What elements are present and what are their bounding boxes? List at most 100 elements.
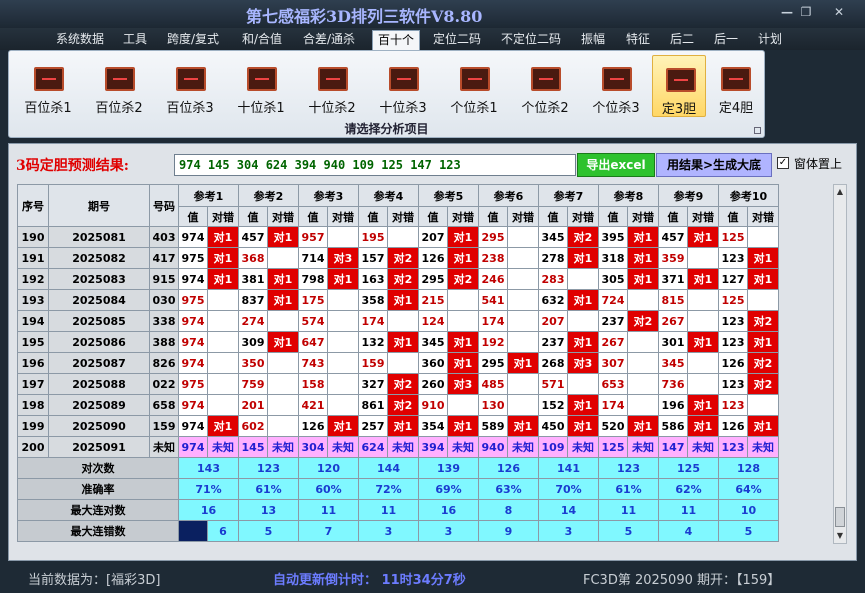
ribbon-expand-icon[interactable] [754,127,761,134]
ref-value: 589 [478,415,508,437]
ribbon-button-fixed-3-gall[interactable]: 定3胆 [652,55,706,117]
table-row[interactable]: 196 2025087 826 974 350 743 159 360 对1 295 对1 268 对3… [17,352,779,374]
ribbon-button-hundreds-kill-2[interactable]: 百位杀2 [88,55,150,117]
menu-fixed-two[interactable]: 定位二码 [431,30,483,50]
ref-hit [507,289,539,311]
stats-value: 16 [178,499,239,521]
menu-span[interactable]: 跨度/复式 [165,30,221,50]
ref-value: 327 [358,373,388,395]
ribbon-button-hundreds-kill-3[interactable]: 百位杀3 [159,55,221,117]
ref-value: 260 [418,373,448,395]
row-period: 2025081 [48,226,150,248]
stats-value: 63% [478,478,539,500]
stats-value: 10 [718,499,779,521]
ref-hit: 对1 [567,247,599,269]
ribbon-button-hundreds-kill-1[interactable]: 百位杀1 [17,55,79,117]
scroll-up-icon[interactable]: ▲ [834,185,846,199]
ref-hit: 对1 [747,415,779,437]
ribbon-button-tens-kill-3[interactable]: 十位杀3 [372,55,434,117]
ref-value: 159 [358,352,388,374]
ref-value: 274 [238,310,268,332]
minimize-button[interactable]: — [778,4,796,20]
header-value: 值 [178,206,208,227]
ribbon-button-units-kill-2[interactable]: 个位杀2 [514,55,576,117]
header-ref: 参考8 [598,184,659,207]
ref-value: 283 [538,268,568,290]
window-on-top-checkbox[interactable]: ✓ [777,157,789,169]
restore-button[interactable]: ❐ [797,4,815,20]
ref-hit: 对1 [507,352,539,374]
ref-value: 268 [538,352,568,374]
row-seq: 192 [17,268,49,290]
ref-value: 861 [358,394,388,416]
ref-hit [567,310,599,332]
generate-base-button[interactable]: 用结果>生成大底 [656,153,772,177]
chart-icon [34,67,64,91]
row-period: 2025088 [48,373,150,395]
prediction-row[interactable]: 200 2025091 未知 974 未知 145 未知 304 未知 624 未知 394 未知 940… [17,436,779,458]
ribbon-button-units-kill-1[interactable]: 个位杀1 [443,55,505,117]
header-value: 值 [598,206,628,227]
table-row[interactable]: 193 2025084 030 975 837 对1 175 358 对1 215 541 632 对1… [17,289,779,311]
table-row[interactable]: 190 2025081 403 974 对1 457 对1 957 195 207 对1 295 345… [17,226,779,248]
ref-value: 647 [298,331,328,353]
menu-system-data[interactable]: 系统数据 [54,30,106,50]
prediction-result-field[interactable]: 974 145 304 624 394 940 109 125 147 123 [174,154,576,176]
stats-value: 141 [538,457,599,479]
menu-tools[interactable]: 工具 [121,30,149,50]
ref-value: 215 [418,289,448,311]
table-row[interactable]: 199 2025090 159 974 对1 602 126 对1 257 对1 354 对1 589 对… [17,415,779,437]
menu-diff[interactable]: 合差/通杀 [301,30,357,50]
menu-hundreds-tens-units[interactable]: 百十个 [372,30,420,50]
ribbon-button-units-kill-3[interactable]: 个位杀3 [585,55,647,117]
export-excel-button[interactable]: 导出excel [577,153,655,177]
ref-value: 152 [538,394,568,416]
menu-unfixed-two[interactable]: 不定位二码 [499,30,563,50]
close-button[interactable]: ✕ [830,4,848,20]
menu-plan[interactable]: 计划 [756,30,784,50]
ref-hit [207,373,239,395]
stats-value: 64% [718,478,779,500]
ref-value: 192 [478,331,508,353]
menu-feature[interactable]: 特征 [624,30,652,50]
table-row[interactable]: 192 2025083 915 974 对1 381 对1 798 对1 163 对2 295 对2 24… [17,268,779,290]
row-number: 159 [149,415,179,437]
table-row[interactable]: 195 2025086 388 974 309 对1 647 132 对1 345 对1 192 237… [17,331,779,353]
ref-value: 520 [598,415,628,437]
ref-hit: 对1 [567,331,599,353]
menu-last-two[interactable]: 后二 [668,30,696,50]
ref-value: 201 [238,394,268,416]
ref-hit: 对1 [687,226,719,248]
scroll-down-icon[interactable]: ▼ [834,529,846,543]
ref-value: 318 [598,247,628,269]
stats-value: 3 [538,520,599,542]
row-seq: 196 [17,352,49,374]
ref-hit [267,310,299,332]
table-row[interactable]: 198 2025089 658 974 201 421 861 对2 910 130 152 对1 17… [17,394,779,416]
ref-hit: 对2 [387,373,419,395]
ribbon-button-fixed-4-gall[interactable]: 定4胆 [709,55,763,117]
window-on-top-label: 窗体置上 [794,157,843,171]
ref-value: 395 [598,226,628,248]
scroll-thumb[interactable] [835,507,845,527]
row-number: 915 [149,268,179,290]
ribbon-button-tens-kill-2[interactable]: 十位杀2 [301,55,363,117]
ref-hit: 对1 [507,415,539,437]
table-row[interactable]: 191 2025082 417 975 对1 368 714 对3 157 对2 126 对1 238 2… [17,247,779,269]
stats-row: 对次数 143 123 120 144 139 126 141 123 125 128 [17,457,779,479]
menu-amplitude[interactable]: 振幅 [579,30,607,50]
row-seq: 191 [17,247,49,269]
ribbon-button-tens-kill-1[interactable]: 十位杀1 [230,55,292,117]
vertical-scrollbar[interactable]: ▲ ▼ [833,184,847,544]
table-row[interactable]: 194 2025085 338 974 274 574 174 124 174 207 237 对2 2… [17,310,779,332]
menu-sum[interactable]: 和/合值 [240,30,284,50]
ref-hit: 对1 [627,226,659,248]
ref-value: 974 [178,415,208,437]
table-row[interactable]: 197 2025088 022 975 759 158 327 对2 260 对3 485 571 65… [17,373,779,395]
ref-value: 350 [238,352,268,374]
stats-value: 8 [478,499,539,521]
menu-last-one[interactable]: 后一 [712,30,740,50]
ref-hit: 对1 [567,289,599,311]
pred-unknown: 未知 [567,436,599,458]
pred-value: 974 [178,436,208,458]
